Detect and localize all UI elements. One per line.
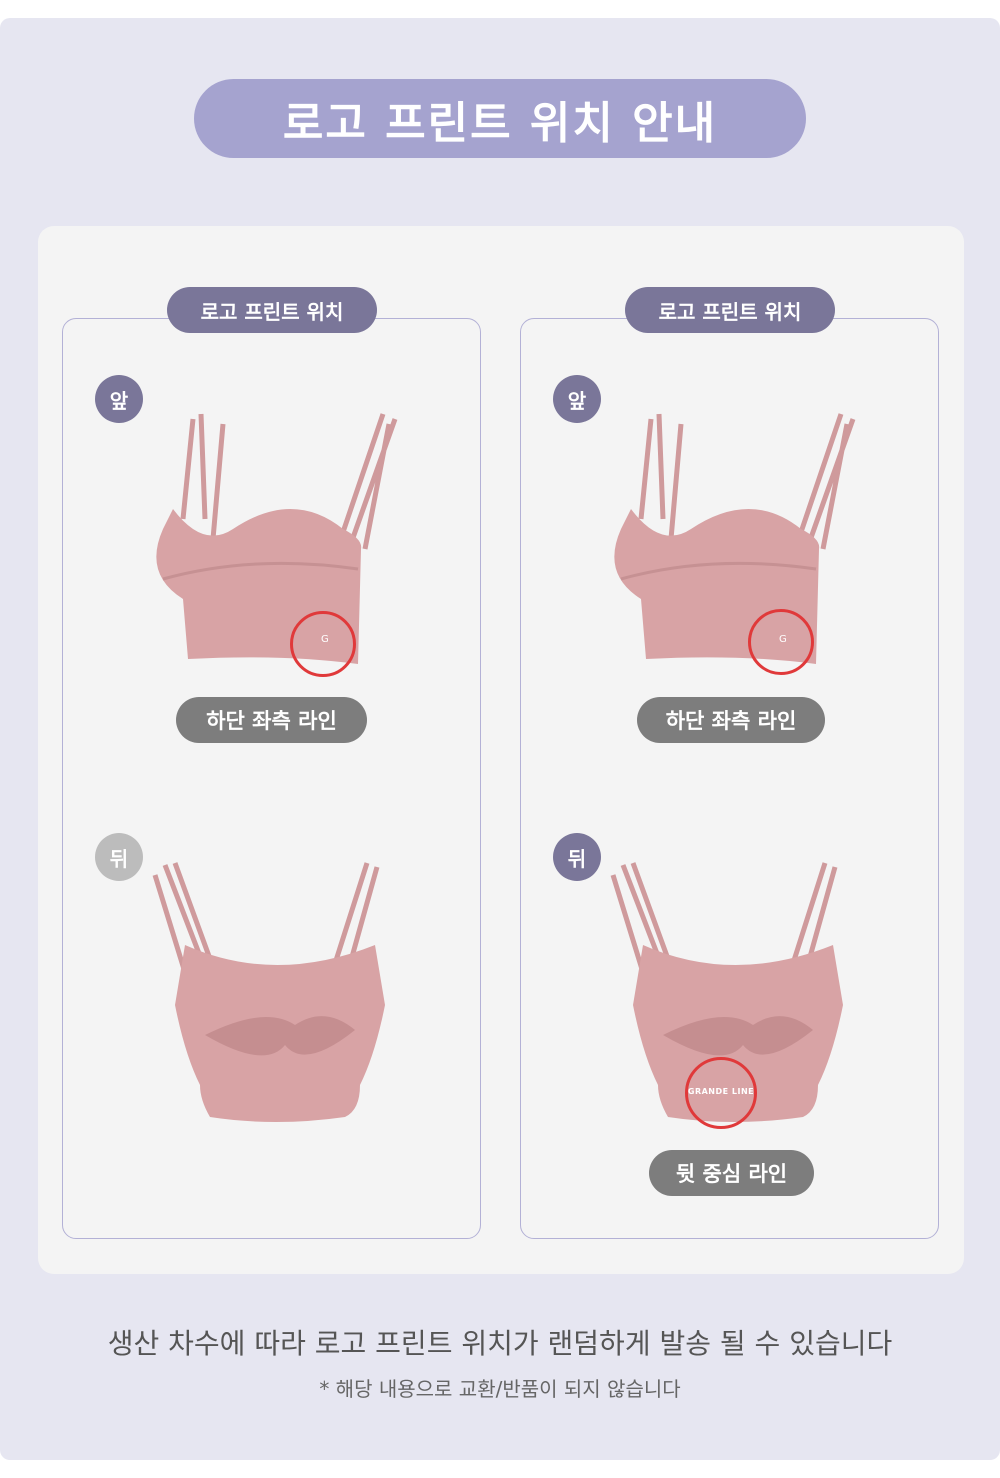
back-logo-highlight [685,1057,757,1129]
front-garment-image: G [156,413,398,664]
panel-label: 로고 프린트 위치 [625,287,835,333]
front-caption: 하단 좌측 라인 [176,697,367,743]
notice-sub: * 해당 내용으로 교환/반품이 되지 않습니다 [319,1377,681,1401]
back-caption: 뒷 중심 라인 [649,1150,814,1196]
back-badge: 뒤 [553,833,601,881]
page-title: 로고 프린트 위치 안내 [194,79,806,158]
panel-left: 로고 프린트 위치 앞 G 하단 좌측 라인 뒤 [62,287,481,1239]
front-logo-highlight [290,611,356,677]
panel-label: 로고 프린트 위치 [167,287,377,333]
front-caption: 하단 좌측 라인 [637,697,825,743]
front-logo-highlight [748,609,814,675]
front-badge: 앞 [95,375,143,423]
back-badge: 뒤 [95,833,143,881]
notice-main: 생산 차수에 따라 로고 프린트 위치가 랜덤하게 발송 될 수 있습니다 [107,1327,893,1360]
back-garment-image [152,862,385,1122]
panel-right: 로고 프린트 위치 앞 G 하단 좌측 라인 뒤 GRANDE LINE 뒷 중… [520,287,939,1239]
front-badge: 앞 [553,375,601,423]
front-garment-image: G [614,413,856,664]
